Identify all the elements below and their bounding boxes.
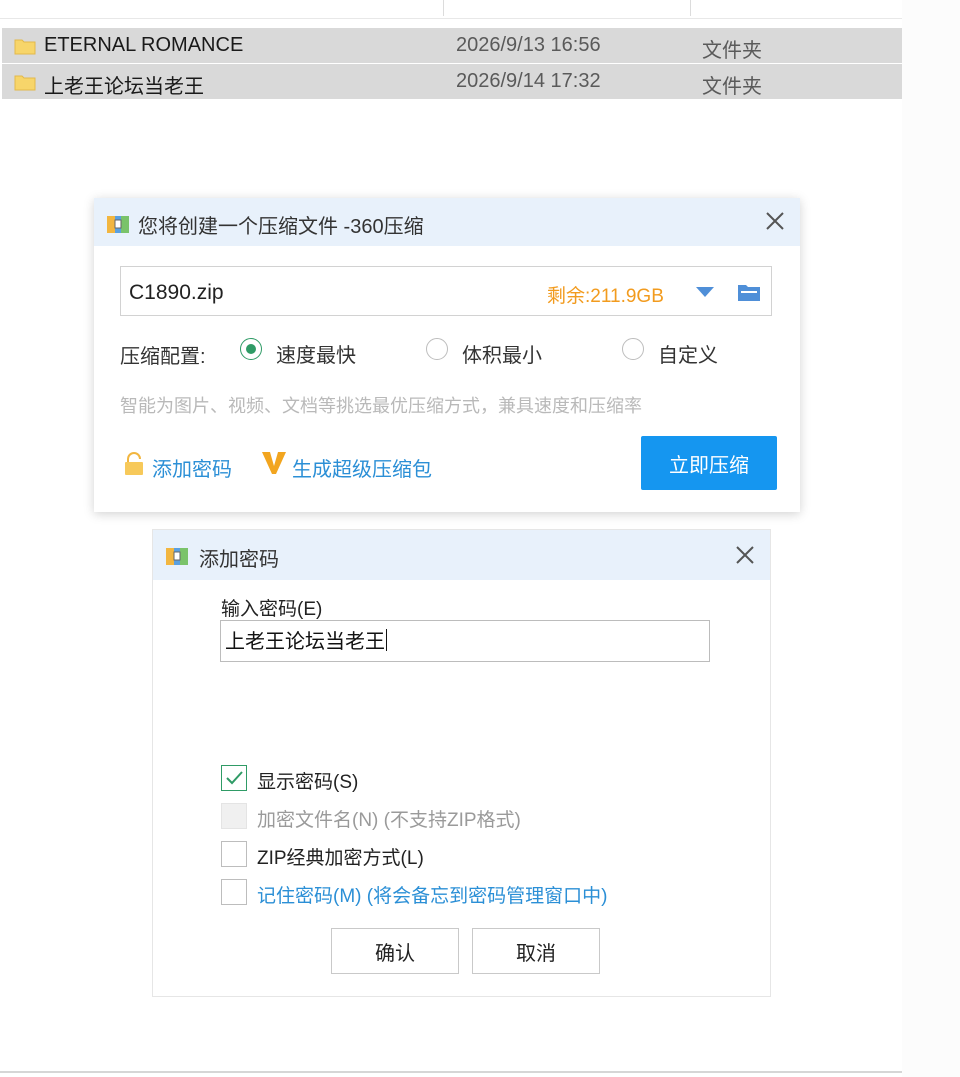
window-edge [902, 0, 960, 1077]
checkbox-label: 记住密码(M) (将会备忘到密码管理窗口中) [257, 886, 608, 907]
radio-unselected-icon[interactable] [622, 338, 644, 360]
checkbox-box[interactable] [221, 841, 247, 867]
column-header [0, 0, 902, 19]
checkmark-icon [226, 771, 243, 785]
folder-browse-icon[interactable] [737, 281, 761, 303]
super-package-label[interactable]: 生成超级压缩包 [292, 453, 432, 482]
folder-icon [14, 75, 36, 91]
archive-app-icon [107, 216, 129, 233]
column-separator[interactable] [443, 0, 444, 16]
file-row[interactable]: 上老王论坛当老王 2026/9/14 17:32 文件夹 [2, 64, 902, 99]
chevron-down-icon[interactable] [695, 285, 715, 299]
horizontal-scrollbar[interactable] [0, 1071, 902, 1073]
checkbox-label: 显示密码(S) [257, 772, 359, 793]
radio-unselected-icon[interactable] [426, 338, 448, 360]
dialog-titlebar[interactable]: 您将创建一个压缩文件 -360压缩 [94, 198, 800, 246]
file-type: 文件夹 [702, 40, 762, 62]
checkbox-label: 加密文件名(N) (不支持ZIP格式) [257, 810, 521, 831]
dialog-title: 添加密码 [199, 549, 279, 571]
radio-label: 速度最快 [276, 345, 356, 367]
dialog-titlebar[interactable]: 添加密码 [153, 530, 770, 580]
compression-config-label: 压缩配置: [120, 346, 206, 368]
add-password-dialog: 添加密码 输入密码(E) 上老王论坛当老王 显示密码(S) 加密文件名(N) (… [153, 530, 770, 996]
confirm-button[interactable]: 确认 [331, 928, 459, 974]
archive-filename-field[interactable]: C1890.zip 剩余:211.9GB [120, 266, 772, 316]
radio-label: 体积最小 [462, 345, 542, 367]
compress-now-button[interactable]: 立即压缩 [641, 436, 777, 490]
column-separator[interactable] [690, 0, 691, 16]
archive-app-icon [166, 548, 188, 565]
checkbox-box[interactable] [221, 765, 247, 791]
vip-v-icon [262, 452, 286, 474]
file-row[interactable]: ETERNAL ROMANCE 2026/9/13 16:56 文件夹 [2, 28, 902, 63]
close-icon[interactable] [732, 542, 758, 568]
radio-selected-icon[interactable] [240, 338, 262, 360]
add-password-label[interactable]: 添加密码 [152, 453, 232, 482]
free-space-label: 剩余:211.9GB [547, 286, 664, 307]
folder-icon [14, 39, 36, 55]
text-caret [386, 629, 387, 651]
dialog-title: 您将创建一个压缩文件 -360压缩 [138, 216, 424, 238]
file-name: 上老王论坛当老王 [44, 76, 204, 98]
file-date: 2026/9/13 16:56 [456, 34, 601, 56]
close-icon[interactable] [762, 208, 788, 234]
compress-dialog: 您将创建一个压缩文件 -360压缩 C1890.zip 剩余:211.9GB 压… [94, 198, 800, 512]
checkbox-label: ZIP经典加密方式(L) [257, 848, 424, 869]
file-name: ETERNAL ROMANCE [44, 34, 244, 56]
checkbox-box[interactable] [221, 879, 247, 905]
password-input[interactable]: 上老王论坛当老王 [220, 620, 710, 662]
cancel-button[interactable]: 取消 [472, 928, 600, 974]
radio-label: 自定义 [658, 345, 718, 367]
file-date: 2026/9/14 17:32 [456, 70, 601, 92]
password-value: 上老王论坛当老王 [225, 631, 385, 653]
archive-filename[interactable]: C1890.zip [129, 281, 224, 305]
lock-icon [125, 452, 143, 475]
compression-hint: 智能为图片、视频、文档等挑选最优压缩方式，兼具速度和压缩率 [120, 396, 642, 416]
checkbox-box [221, 803, 247, 829]
file-type: 文件夹 [702, 76, 762, 98]
password-input-label: 输入密码(E) [221, 599, 323, 620]
